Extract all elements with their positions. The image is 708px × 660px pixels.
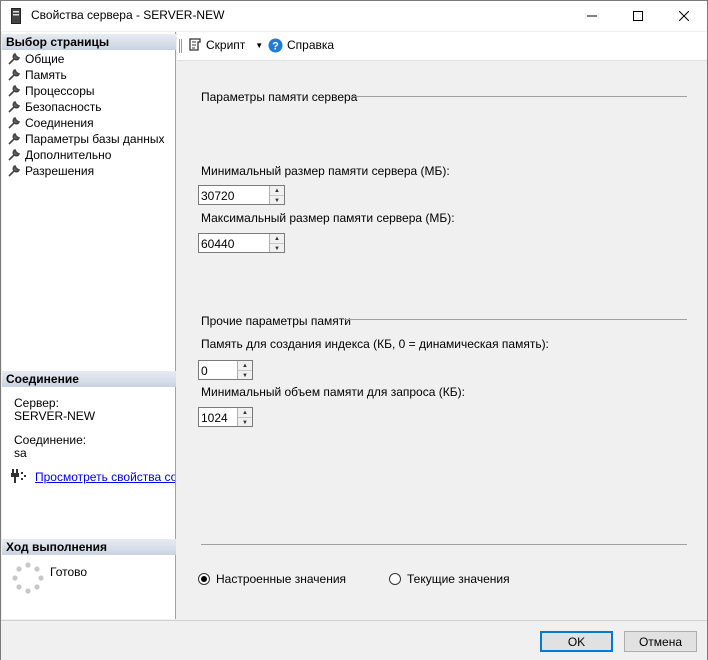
server-icon: [11, 8, 21, 24]
radio-unchecked-icon: [389, 573, 401, 585]
page-item-memory[interactable]: Память: [8, 67, 67, 83]
svg-text:?: ?: [272, 40, 279, 52]
stepper-up-icon[interactable]: ▲: [238, 408, 252, 418]
script-dropdown-icon[interactable]: ▼: [255, 41, 263, 50]
index-memory-label: Память для создания индекса (КБ, 0 = дин…: [201, 337, 549, 351]
script-button[interactable]: Скрипт ▼: [188, 36, 263, 54]
window-title: Свойства сервера - SERVER-NEW: [31, 8, 225, 22]
select-page-header: Выбор страницы: [2, 34, 176, 50]
wrench-icon: [8, 69, 20, 81]
page-item-connections[interactable]: Соединения: [8, 115, 94, 131]
page-item-label: Параметры базы данных: [25, 132, 165, 146]
maximize-button[interactable]: [615, 1, 661, 31]
running-values-radio[interactable]: Текущие значения: [389, 572, 510, 586]
group-divider: [343, 319, 687, 320]
wrench-icon: [8, 85, 20, 97]
page-item-label: Соединения: [25, 116, 94, 130]
stepper-down-icon[interactable]: ▼: [238, 418, 252, 427]
other-memory-group-label: Прочие параметры памяти: [201, 314, 351, 328]
max-memory-label: Максимальный размер памяти сервера (МБ):: [201, 211, 455, 225]
progress-spinner-icon: [12, 562, 44, 594]
script-icon: [189, 38, 201, 51]
wrench-icon: [8, 53, 20, 65]
progress-status: Готово: [50, 565, 88, 579]
help-button[interactable]: ? Справка: [268, 36, 334, 54]
page-item-label: Безопасность: [25, 100, 102, 114]
left-pane: Выбор страницы Общие Память Процессоры Б…: [2, 32, 176, 619]
stepper-down-icon[interactable]: ▼: [270, 196, 284, 205]
close-icon: [679, 11, 689, 21]
minimize-icon: [587, 15, 597, 17]
connection-header: Соединение: [2, 371, 176, 387]
configured-values-radio[interactable]: Настроенные значения: [198, 572, 346, 586]
query-memory-stepper[interactable]: 1024 ▲ ▼: [198, 407, 253, 427]
connection-value: sa: [14, 446, 27, 460]
wrench-icon: [8, 149, 20, 161]
title-bar: Свойства сервера - SERVER-NEW: [1, 1, 707, 31]
stepper-down-icon[interactable]: ▼: [270, 244, 284, 253]
page-item-label: Дополнительно: [25, 148, 112, 162]
help-icon: ?: [268, 38, 283, 52]
page-item-general[interactable]: Общие: [8, 51, 64, 67]
page-item-permissions[interactable]: Разрешения: [8, 163, 94, 179]
server-label: Сервер:: [14, 396, 59, 410]
min-memory-value: 30720: [201, 189, 235, 203]
page-item-label: Общие: [25, 52, 65, 66]
ok-button[interactable]: OK: [540, 631, 613, 652]
cancel-button[interactable]: Отмена: [624, 631, 697, 652]
min-memory-label: Минимальный размер памяти сервера (МБ):: [201, 164, 450, 178]
query-memory-value: 1024: [201, 411, 228, 425]
wrench-icon: [8, 165, 20, 177]
toolbar-grip-icon: [179, 39, 182, 53]
page-item-security[interactable]: Безопасность: [8, 99, 102, 115]
wrench-icon: [8, 133, 20, 145]
radio-label: Текущие значения: [407, 572, 510, 586]
max-memory-stepper[interactable]: 60440 ▲ ▼: [198, 233, 285, 253]
connection-label: Соединение:: [14, 433, 87, 447]
stepper-up-icon[interactable]: ▲: [238, 361, 252, 371]
radio-label: Настроенные значения: [216, 572, 347, 586]
page-item-advanced[interactable]: Дополнительно: [8, 147, 111, 163]
server-memory-group-label: Параметры памяти сервера: [201, 90, 358, 104]
min-memory-stepper[interactable]: 30720 ▲ ▼: [198, 185, 285, 205]
stepper-up-icon[interactable]: ▲: [270, 186, 284, 196]
dialog-button-bar: OK Отмена: [1, 620, 707, 660]
progress-header: Ход выполнения: [2, 539, 176, 555]
group-divider: [351, 96, 687, 97]
toolbar: Скрипт ▼ ? Справка: [177, 32, 707, 61]
script-label: Скрипт: [206, 38, 246, 52]
stepper-up-icon[interactable]: ▲: [270, 234, 284, 244]
stepper-down-icon[interactable]: ▼: [238, 371, 252, 380]
index-memory-stepper[interactable]: 0 ▲ ▼: [198, 360, 253, 380]
connection-plug-icon: [11, 469, 26, 483]
memory-page-content: Параметры памяти сервера Минимальный раз…: [177, 61, 707, 619]
page-item-database-settings[interactable]: Параметры базы данных: [8, 131, 164, 147]
maximize-icon: [633, 11, 643, 21]
wrench-icon: [8, 101, 20, 113]
page-item-processors[interactable]: Процессоры: [8, 83, 95, 99]
query-memory-label: Минимальный объем памяти для запроса (КБ…: [201, 385, 465, 399]
server-properties-window: Свойства сервера - SERVER-NEW Выбор стра…: [0, 0, 708, 660]
page-item-label: Процессоры: [25, 84, 95, 98]
page-item-label: Разрешения: [25, 164, 95, 178]
close-button[interactable]: [661, 1, 707, 31]
view-connection-properties-link[interactable]: Просмотреть свойства соединения: [35, 470, 175, 484]
radio-checked-icon: [198, 573, 210, 585]
wrench-icon: [8, 117, 20, 129]
max-memory-value: 60440: [201, 237, 235, 251]
help-label: Справка: [287, 38, 335, 52]
minimize-button[interactable]: [569, 1, 615, 31]
page-item-label: Память: [25, 68, 67, 82]
server-value: SERVER-NEW: [14, 409, 96, 423]
index-memory-value: 0: [201, 364, 208, 378]
bottom-divider: [201, 544, 687, 545]
